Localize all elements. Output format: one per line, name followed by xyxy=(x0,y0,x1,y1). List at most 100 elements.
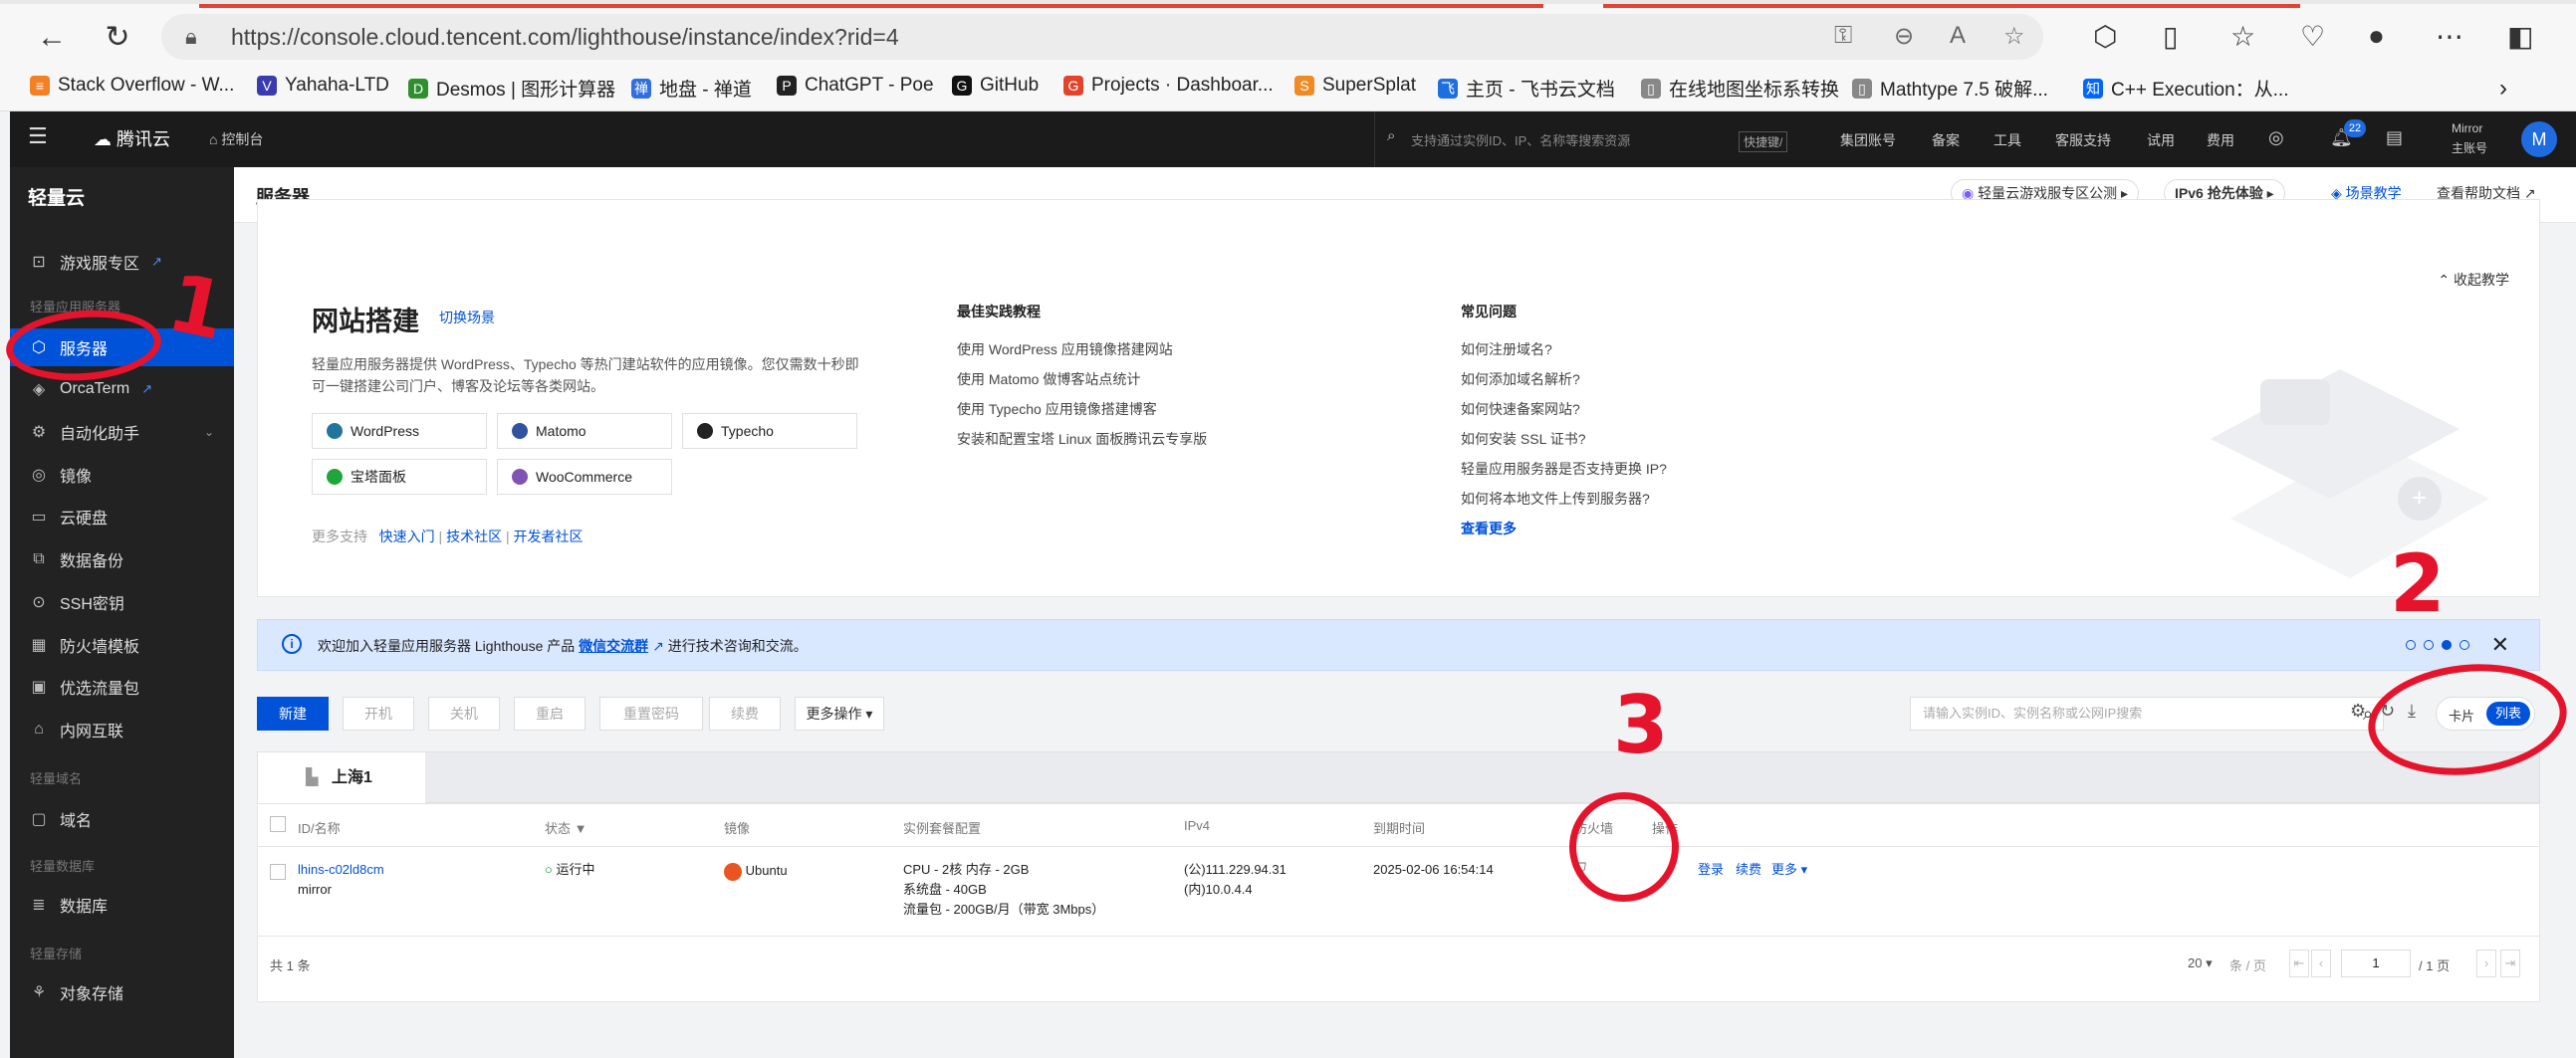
quickstart-link[interactable]: 快速入门 xyxy=(379,529,435,544)
sidebar-item-storage[interactable]: ⚘ 对象存储 xyxy=(10,973,234,1011)
practice-link[interactable]: 使用 WordPress 应用镜像搭建网站 xyxy=(957,339,1173,359)
bookmark[interactable]: ▯ Mathtype 7.5 破解... xyxy=(1852,75,2048,102)
avatar[interactable]: M xyxy=(2521,121,2557,157)
topbar-link-icp[interactable]: 备案 xyxy=(1932,130,1960,150)
login-link[interactable]: 登录 xyxy=(1698,860,1724,880)
close-icon[interactable]: ✕ xyxy=(2491,632,2509,658)
topbar-link-billing[interactable]: 费用 xyxy=(2207,130,2234,150)
tech-community-link[interactable]: 技术社区 xyxy=(446,529,502,544)
renew-link[interactable]: 续费 xyxy=(1736,860,1761,880)
filter-icon[interactable]: ▼ xyxy=(575,821,587,836)
instance-search-input[interactable]: 请输入实例ID、实例名称或公网IP搜索 ⌕ xyxy=(1910,697,2384,731)
template-matomo[interactable]: Matomo xyxy=(497,413,672,449)
reset-password-button[interactable]: 重置密码 xyxy=(599,697,703,731)
bookmark[interactable]: G Projects · Dashboar... xyxy=(1063,75,1274,97)
bookmark[interactable]: 知 C++ Execution：从... xyxy=(2083,75,2288,102)
bookmark[interactable]: P ChatGPT - Poe xyxy=(777,75,934,97)
hamburger-icon[interactable]: ☰ xyxy=(28,123,48,149)
page-size-select[interactable]: 20 ▾ xyxy=(2188,955,2213,971)
topbar-link-trial[interactable]: 试用 xyxy=(2147,130,2175,150)
bookmark[interactable]: 飞主页 - 飞书云文档 xyxy=(1438,75,1615,102)
template-typecho[interactable]: Typecho xyxy=(682,413,857,449)
menu-dots-icon[interactable]: ⋯ xyxy=(2436,20,2463,53)
sidebar-item-backup[interactable]: ⧉ 数据备份 xyxy=(10,540,234,578)
carousel-dot[interactable] xyxy=(2406,640,2416,650)
switch-scene-link[interactable]: 切换场景 xyxy=(439,308,495,327)
dev-community-link[interactable]: 开发者社区 xyxy=(514,529,584,544)
bookmark[interactable]: D Desmos | 图形计算器 xyxy=(408,75,615,102)
more-link[interactable]: 更多 ▾ xyxy=(1771,860,1807,880)
next-page-icon[interactable]: › xyxy=(2476,950,2496,977)
last-page-icon[interactable]: ⇥ xyxy=(2500,950,2520,977)
carousel-dot[interactable] xyxy=(2424,640,2434,650)
template-woocommerce[interactable]: WooCommerce xyxy=(497,459,672,495)
topbar-link-group-account[interactable]: 集团账号 xyxy=(1840,130,1896,150)
profile-icon[interactable]: ● xyxy=(2368,20,2385,52)
extensions-icon[interactable]: ⬡ xyxy=(2093,20,2117,53)
carousel-dot-active[interactable] xyxy=(2442,640,2452,650)
sidebar-item-ssh[interactable]: ⊙ SSH密钥 xyxy=(10,583,234,621)
address-bar[interactable]: 🔒︎ https://console.cloud.tencent.com/lig… xyxy=(161,14,2043,60)
faq-link[interactable]: 如何安装 SSL 证书? xyxy=(1461,429,1586,449)
select-all-checkbox[interactable] xyxy=(270,816,286,832)
bookmark[interactable]: G GitHub xyxy=(952,75,1039,97)
bookmark[interactable]: S SuperSplat xyxy=(1294,75,1416,97)
faq-link[interactable]: 如何快速备案网站? xyxy=(1461,399,1580,419)
sidebar-item-database[interactable]: ≣ 数据库 xyxy=(10,886,234,924)
bookmark[interactable]: V Yahaha-LTD xyxy=(257,75,389,97)
tab-region-shanghai[interactable]: ▙ 上海1 xyxy=(258,752,425,804)
sidebar-item-disk[interactable]: ▭ 云硬盘 xyxy=(10,498,234,535)
split-screen-icon[interactable]: ▯ xyxy=(2163,20,2178,53)
start-button[interactable]: 开机 xyxy=(343,697,414,731)
row-checkbox[interactable] xyxy=(270,864,286,880)
template-baota[interactable]: 宝塔面板 xyxy=(312,459,487,495)
carousel-dots[interactable] xyxy=(2406,640,2469,650)
faq-link[interactable]: 如何将本地文件上传到服务器? xyxy=(1461,489,1650,509)
stop-button[interactable]: 关机 xyxy=(428,697,500,731)
key-icon[interactable]: ⚿ xyxy=(1834,22,1852,50)
refresh-icon[interactable]: ↻ xyxy=(100,20,135,56)
instance-id-link[interactable]: lhins-c02ld8cm xyxy=(298,860,384,880)
template-wordpress[interactable]: WordPress xyxy=(312,413,487,449)
bookmark[interactable]: ▯ 在线地图坐标系转换 xyxy=(1641,75,1839,102)
practice-link[interactable]: 安装和配置宝塔 Linux 面板腾讯云专享版 xyxy=(957,429,1207,449)
favorites-icon[interactable]: ☆ xyxy=(2230,20,2255,53)
sidebar-item-automation[interactable]: ⚙ 自动化助手 ⌄ xyxy=(10,413,234,451)
renew-button[interactable]: 续费 xyxy=(709,697,781,731)
brand-logo[interactable]: ☁ 腾讯云 xyxy=(94,125,170,151)
settings-icon[interactable]: ⚙ xyxy=(2350,701,2366,722)
bookmark[interactable]: ≡ Stack Overflow - W... xyxy=(30,75,234,97)
sidebar-item-image[interactable]: ◎ 镜像 xyxy=(10,456,234,494)
sidebar-item-firewall[interactable]: ▦ 防火墙模板 xyxy=(10,626,234,664)
topbar-link-support[interactable]: 客服支持 xyxy=(2055,130,2111,150)
back-icon[interactable]: ← xyxy=(34,20,70,56)
practice-link[interactable]: 使用 Matomo 做博客站点统计 xyxy=(957,369,1140,389)
zoom-out-icon[interactable]: ⊖ xyxy=(1894,22,1914,51)
collapse-tutorial-button[interactable]: ⌃ 收起教学 xyxy=(2438,270,2509,290)
practice-link[interactable]: 使用 Typecho 应用镜像搭建博客 xyxy=(957,399,1157,419)
prev-page-icon[interactable]: ‹ xyxy=(2311,950,2331,977)
more-actions-button[interactable]: 更多操作 ▾ xyxy=(795,697,884,731)
faq-link[interactable]: 轻量应用服务器是否支持更换 IP? xyxy=(1461,459,1667,479)
sidebar-item-domain[interactable]: ▢ 域名 xyxy=(10,800,234,838)
read-aloud-icon[interactable]: A xyxy=(1950,22,1966,50)
faq-link[interactable]: 如何添加域名解析? xyxy=(1461,369,1580,389)
user-name[interactable]: Mirror xyxy=(2452,121,2482,135)
sidebar-toggle-icon[interactable]: ◧ xyxy=(2507,20,2533,53)
topbar-link-tools[interactable]: 工具 xyxy=(1993,130,2021,150)
global-search[interactable]: ⌕ 支持通过实例ID、IP、名称等搜索资源 xyxy=(1374,111,1792,167)
carousel-dot[interactable] xyxy=(2459,640,2469,650)
page-input[interactable]: 1 xyxy=(2341,950,2411,977)
wechat-group-link[interactable]: 微信交流群 xyxy=(579,638,648,654)
faq-link[interactable]: 如何注册域名? xyxy=(1461,339,1552,359)
column-header-status[interactable]: 状态 ▼ xyxy=(545,818,587,837)
bookmarks-more-icon[interactable]: › xyxy=(2499,75,2507,103)
sidebar-item-traffic[interactable]: ▣ 优选流量包 xyxy=(10,668,234,706)
sidebar-item-network[interactable]: ⌂ 内网互联 xyxy=(10,711,234,748)
bookmark[interactable]: 禅地盘 - 禅道 xyxy=(631,75,752,102)
first-page-icon[interactable]: ⇤ xyxy=(2289,950,2309,977)
restart-button[interactable]: 重启 xyxy=(514,697,585,731)
collections-icon[interactable]: ♡ xyxy=(2300,20,2325,53)
star-icon[interactable]: ☆ xyxy=(2003,22,2025,51)
faq-more-link[interactable]: 查看更多 xyxy=(1461,519,1517,538)
